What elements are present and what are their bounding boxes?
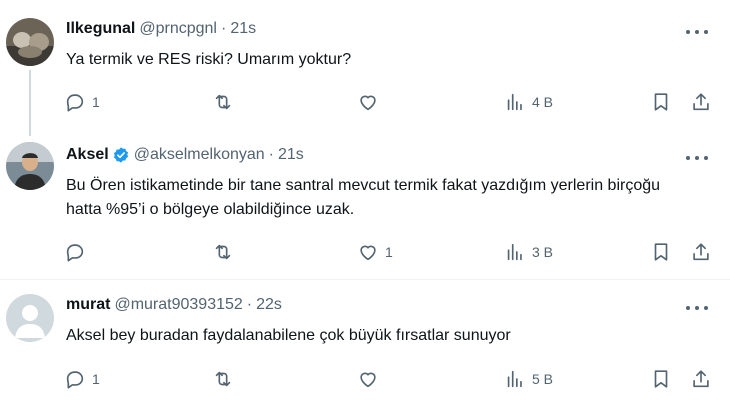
action-bar: 1 5 B	[60, 366, 720, 392]
bookmark-icon	[654, 93, 668, 111]
action-bar: 1 4 B	[60, 89, 720, 115]
reply-icon	[66, 371, 84, 389]
tweet-header: murat @murat90393152 · 22s	[66, 296, 282, 314]
reply-icon	[66, 94, 84, 112]
reply-icon	[66, 244, 84, 262]
like-button[interactable]	[357, 366, 385, 392]
like-icon	[360, 95, 376, 111]
views-button[interactable]: 3 B	[504, 239, 553, 265]
separator-dot: ·	[220, 20, 227, 37]
user-handle[interactable]: @murat90393152	[114, 296, 242, 314]
action-bar: 1 3 B	[60, 239, 720, 265]
bookmark-button[interactable]	[650, 239, 672, 265]
retweet-icon	[215, 94, 231, 110]
retweet-button[interactable]	[212, 239, 240, 265]
reply-button[interactable]: 1	[64, 89, 100, 115]
views-button[interactable]: 4 B	[504, 89, 553, 115]
tweet-header: Aksel @akselmelkonyan · 21s	[66, 146, 304, 164]
share-icon	[693, 243, 709, 261]
timestamp[interactable]: 22s	[256, 296, 282, 314]
thread-line	[29, 70, 31, 136]
like-button[interactable]	[357, 89, 385, 115]
avatar[interactable]	[6, 294, 54, 342]
views-button[interactable]: 5 B	[504, 366, 553, 392]
share-button[interactable]	[690, 89, 712, 115]
more-icon[interactable]	[686, 22, 708, 42]
retweet-button[interactable]	[212, 89, 240, 115]
like-icon	[360, 245, 376, 261]
tweet-text: Ya termik ve RES riski? Umarım yoktur?	[66, 51, 352, 68]
avatar[interactable]	[6, 18, 54, 66]
reply-count: 1	[92, 94, 100, 110]
tweet[interactable]: Aksel @akselmelkonyan · 21s Bu Ören isti…	[0, 136, 730, 278]
tweet[interactable]: murat @murat90393152 · 22s Aksel bey bur…	[0, 280, 730, 420]
retweet-icon	[215, 244, 231, 260]
share-button[interactable]	[690, 366, 712, 392]
reply-feed: Ilkegunal @prncpgnl · 21s Ya termik ve R…	[0, 0, 730, 420]
user-handle[interactable]: @prncpgnl	[139, 20, 217, 38]
like-button[interactable]: 1	[357, 239, 393, 265]
verified-badge-icon[interactable]	[112, 146, 130, 164]
views-icon	[507, 93, 522, 111]
user-handle[interactable]: @akselmelkonyan	[134, 146, 265, 164]
views-count: 5 B	[532, 371, 554, 387]
bookmark-icon	[654, 370, 668, 388]
share-button[interactable]	[690, 239, 712, 265]
share-icon	[693, 370, 709, 388]
retweet-icon	[215, 371, 231, 387]
tweet-header: Ilkegunal @prncpgnl · 21s	[66, 20, 256, 38]
bookmark-button[interactable]	[650, 89, 672, 115]
share-icon	[693, 93, 709, 111]
like-count: 1	[385, 244, 393, 260]
tweet-text: Bu Ören istikametinde bir tane santral m…	[66, 177, 661, 218]
timestamp[interactable]: 21s	[230, 20, 256, 38]
reply-button[interactable]: 1	[64, 366, 100, 392]
display-name[interactable]: Ilkegunal	[66, 20, 135, 38]
more-icon[interactable]	[686, 298, 708, 318]
bookmark-icon	[654, 243, 668, 261]
views-icon	[507, 243, 522, 261]
separator-dot: ·	[268, 146, 274, 163]
retweet-button[interactable]	[212, 366, 240, 392]
views-count: 3 B	[532, 244, 554, 260]
tweet[interactable]: Ilkegunal @prncpgnl · 21s Ya termik ve R…	[0, 0, 730, 136]
bookmark-button[interactable]	[650, 366, 672, 392]
display-name[interactable]: Aksel	[66, 146, 109, 164]
tweet-text: Aksel bey buradan faydalanabilene çok bü…	[66, 327, 511, 344]
avatar[interactable]	[6, 142, 54, 190]
like-icon	[360, 372, 376, 388]
views-icon	[507, 370, 522, 388]
views-count: 4 B	[532, 94, 554, 110]
more-icon[interactable]	[686, 148, 708, 168]
timestamp[interactable]: 21s	[278, 146, 304, 164]
reply-button[interactable]	[64, 239, 92, 265]
separator-dot: ·	[246, 296, 253, 313]
reply-count: 1	[92, 371, 100, 387]
display-name[interactable]: murat	[66, 296, 110, 314]
